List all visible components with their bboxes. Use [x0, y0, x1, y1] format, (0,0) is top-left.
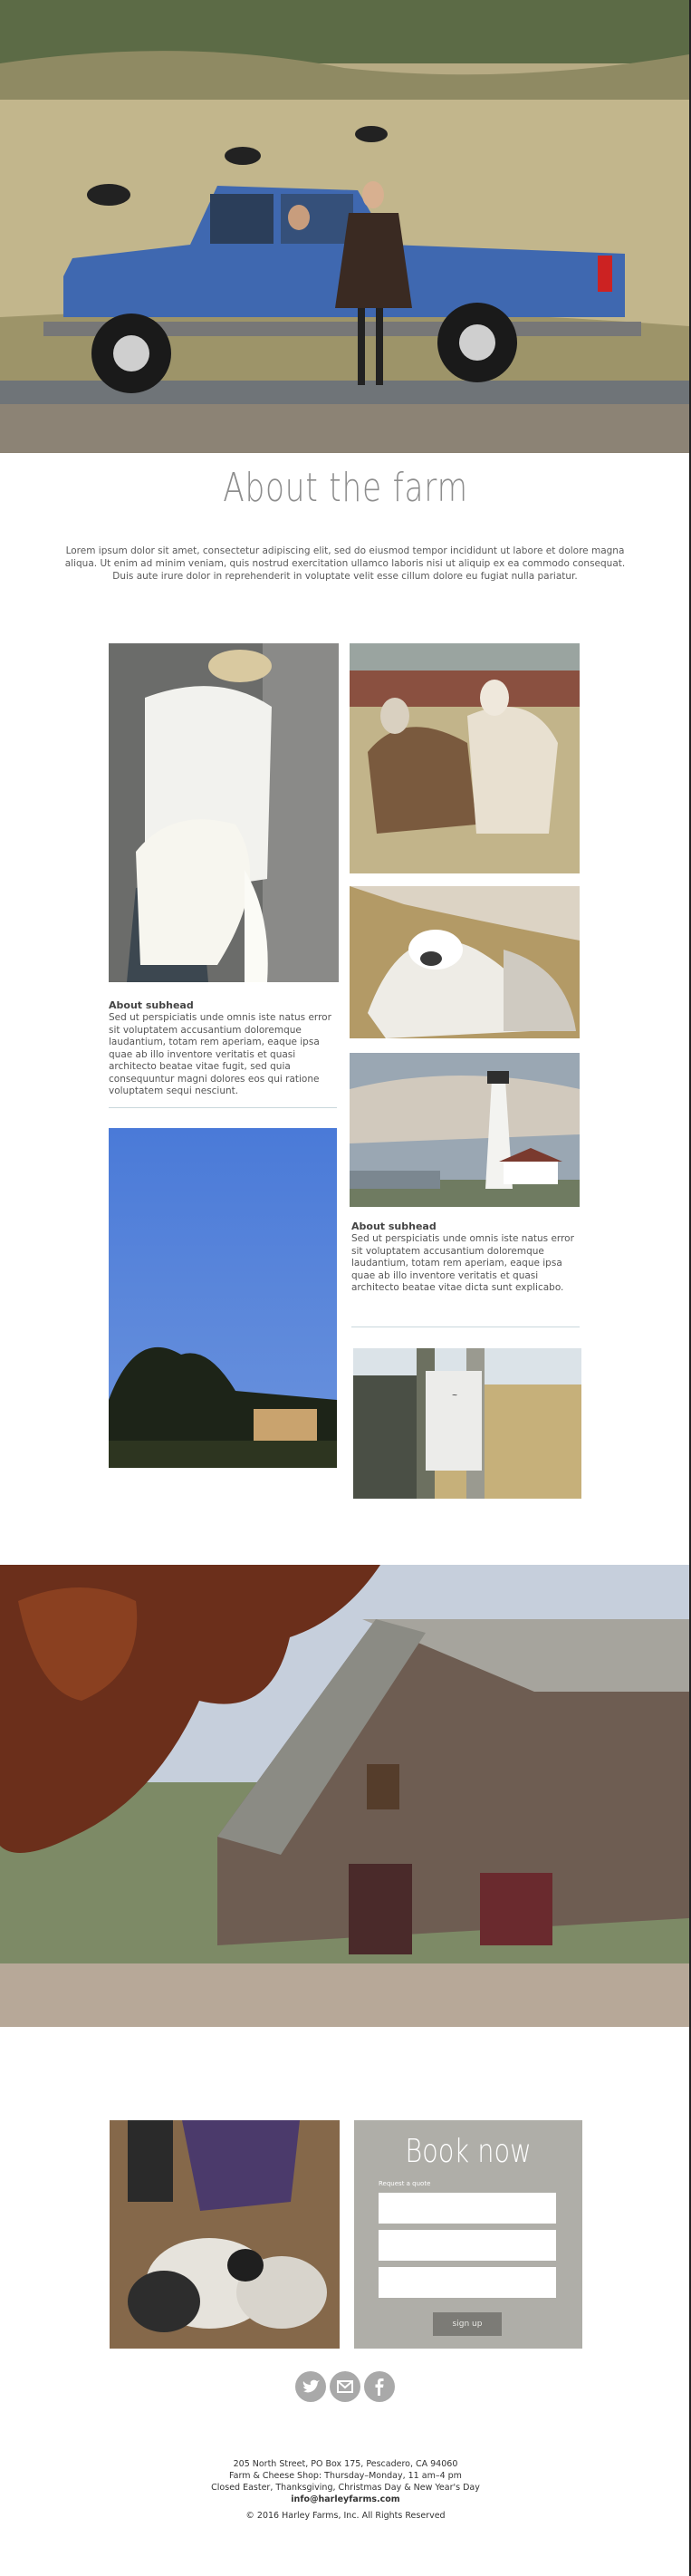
signup-button[interactable]: sign up — [433, 2312, 502, 2336]
about-title: About the farm — [223, 465, 468, 511]
right-subtext: Sed ut perspiciatis unde omnis iste natu… — [351, 1233, 574, 1293]
svg-text:~: ~ — [452, 1391, 457, 1401]
booking-field-2[interactable] — [379, 2230, 556, 2261]
twitter-icon[interactable] — [295, 2371, 326, 2402]
booking-field-3[interactable] — [379, 2267, 556, 2298]
barn-photo — [0, 1565, 689, 2027]
footer-closed: Closed Easter, Thanksgiving, Christmas D… — [211, 2483, 480, 2493]
mail-icon[interactable] — [330, 2371, 360, 2402]
kids-hay-photo — [350, 886, 580, 1038]
footer-address: 205 North Street, PO Box 175, Pescadero,… — [233, 2459, 458, 2469]
goat-kids-photo — [110, 2120, 340, 2349]
goats-photo — [350, 643, 580, 873]
booking-label: Request a quote — [379, 2180, 431, 2187]
footer-copyright: © 2016 Harley Farms, Inc. All Rights Res… — [245, 2511, 446, 2521]
about-body: Lorem ipsum dolor sit amet, consectetur … — [64, 545, 626, 582]
booking-title: Book now — [405, 2133, 532, 2170]
facebook-icon[interactable] — [364, 2371, 395, 2402]
right-subhead: About subhead — [351, 1220, 437, 1232]
footer-email[interactable]: info@harleyfarms.com — [0, 2494, 691, 2505]
night-barn-photo — [109, 1128, 337, 1468]
booking-panel: Book now Request a quote sign up — [354, 2120, 582, 2349]
footer-hours: Farm & Cheese Shop: Thursday–Monday, 11 … — [229, 2471, 462, 2481]
left-divider — [109, 1107, 337, 1108]
sign-fence-photo: ~ — [353, 1348, 581, 1499]
hero-truck-photo — [0, 0, 689, 453]
left-subtext: Sed ut perspiciatis unde omnis iste natu… — [109, 1012, 331, 1096]
milk-pour-photo — [109, 643, 339, 982]
left-subhead: About subhead — [109, 999, 194, 1011]
booking-field-1[interactable] — [379, 2193, 556, 2224]
lighthouse-photo — [350, 1053, 580, 1207]
